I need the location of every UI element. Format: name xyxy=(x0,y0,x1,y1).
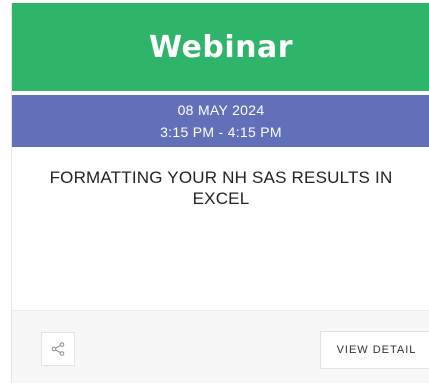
date-band: 08 MAY 2024 3:15 PM - 4:15 PM xyxy=(12,95,429,147)
category-label: Webinar xyxy=(148,29,294,65)
share-icon xyxy=(51,342,65,356)
category-header: Webinar xyxy=(12,3,429,91)
share-button[interactable] xyxy=(41,332,75,366)
event-time: 3:15 PM - 4:15 PM xyxy=(160,124,282,140)
event-title[interactable]: FORMATTING YOUR NH SAS RESULTS IN EXCEL xyxy=(32,167,410,209)
event-card: Webinar 08 MAY 2024 3:15 PM - 4:15 PM FO… xyxy=(11,3,429,383)
view-detail-button[interactable]: VIEW DETAIL xyxy=(320,331,429,369)
card-footer: VIEW DETAIL xyxy=(12,310,429,383)
event-date: 08 MAY 2024 xyxy=(177,102,265,118)
